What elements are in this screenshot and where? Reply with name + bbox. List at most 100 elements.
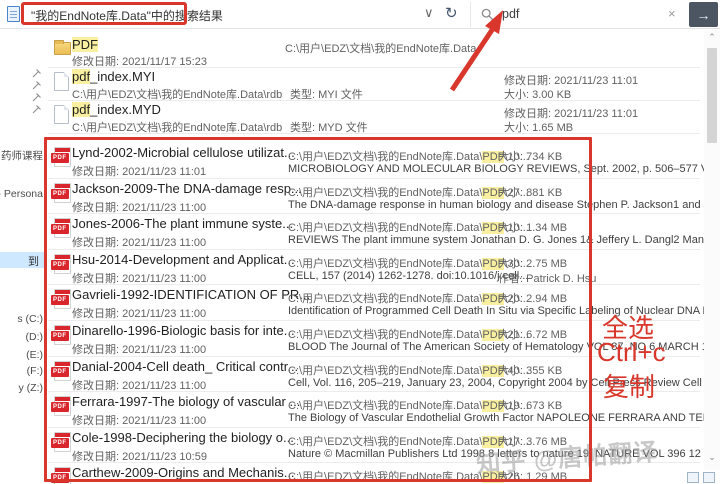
sidebar-item-fragment[interactable]: (E:) bbox=[26, 349, 43, 361]
result-row[interactable]: PDFFerrara-1997-The biology of vascular … bbox=[46, 392, 720, 428]
search-term-highlight: PDF bbox=[72, 37, 98, 52]
pin-icon bbox=[32, 68, 42, 78]
file-size: 大小: 1.34 MB bbox=[498, 219, 567, 235]
sidebar-item-fragment[interactable]: (F:) bbox=[27, 365, 43, 377]
search-results-list: PDFC:\用户\EDZ\文档\我的EndNote库.Data修改日期: 202… bbox=[46, 0, 720, 484]
file-name[interactable]: pdf_index.MYD bbox=[72, 102, 161, 117]
file-name[interactable]: Danial-2004-Cell death_ Critical contr..… bbox=[72, 359, 298, 374]
pin-icon bbox=[32, 92, 42, 102]
sidebar-item-fragment[interactable]: y (Z:) bbox=[19, 382, 44, 394]
sidebar-item-fragment[interactable]: s (C:) bbox=[17, 313, 43, 325]
vertical-scrollbar[interactable]: ⌃ ⌄ bbox=[704, 30, 720, 470]
file-name[interactable]: PDF bbox=[72, 37, 98, 52]
file-name[interactable]: Jackson-2009-The DNA-damage resp... bbox=[72, 181, 302, 196]
content-snippet: Identification of Programmed Cell Death … bbox=[288, 305, 720, 317]
scroll-down-icon[interactable]: ⌄ bbox=[704, 452, 720, 463]
file-path: C:\用户\EDZ\文档\我的EndNote库.Data\PDF\10... bbox=[288, 148, 529, 164]
file-size: 大小: 355 KB bbox=[498, 362, 562, 378]
content-snippet: The Biology of Vascular Endothelial Grow… bbox=[288, 412, 720, 424]
sidebar-item-fragment[interactable]: - Persona bbox=[0, 188, 43, 200]
result-row[interactable]: PDFJackson-2009-The DNA-damage resp...C:… bbox=[46, 179, 720, 215]
date-modified: 修改日期: 2021/11/23 11:01 bbox=[72, 163, 206, 179]
result-row[interactable]: PDFJones-2006-The plant immune syste...C… bbox=[46, 214, 720, 250]
file-name[interactable]: Ferrara-1997-The biology of vascular ... bbox=[72, 394, 300, 409]
result-row[interactable]: PDFC:\用户\EDZ\文档\我的EndNote库.Data修改日期: 202… bbox=[46, 34, 720, 67]
scrollbar-thumb[interactable] bbox=[707, 48, 717, 143]
content-snippet: Cell, Vol. 116, 205–219, January 23, 200… bbox=[288, 377, 720, 389]
file-size: 大小: 2.75 MB bbox=[498, 255, 567, 271]
sidebar-selected-label: 到 bbox=[28, 253, 39, 269]
result-row[interactable]: PDFDanial-2004-Cell death_ Critical cont… bbox=[46, 357, 720, 393]
view-thumbnails-icon[interactable] bbox=[703, 472, 715, 483]
pdf-file-icon: PDF bbox=[54, 361, 71, 381]
file-icon bbox=[54, 72, 69, 91]
file-name[interactable]: Jones-2006-The plant immune syste... bbox=[72, 216, 293, 231]
file-path: C:\用户\EDZ\文档\我的EndNote库.Data\PDF\20... bbox=[288, 290, 529, 306]
row-divider bbox=[48, 427, 700, 428]
pdf-icon-label: PDF bbox=[51, 153, 69, 163]
row-divider bbox=[48, 178, 700, 179]
pdf-file-icon: PDF bbox=[54, 147, 71, 167]
address-bar-icon bbox=[7, 6, 20, 22]
row-divider bbox=[48, 284, 700, 285]
file-size: 大小: 673 KB bbox=[498, 397, 562, 413]
file-path: C:\用户\EDZ\文档\我的EndNote库.Data\PDF\19... bbox=[288, 397, 529, 413]
content-snippet: CELL, 157 (2014) 1262-1278. doi:10.1016/… bbox=[288, 270, 531, 282]
file-author: 作者: Patrick D. Hsu bbox=[498, 270, 596, 286]
pdf-file-icon: PDF bbox=[54, 396, 71, 416]
row-divider bbox=[48, 356, 700, 357]
pdf-file-icon: PDF bbox=[54, 325, 71, 345]
result-row[interactable]: pdf_index.MYD修改日期: 2021/11/23 11:01C:\用户… bbox=[46, 100, 720, 133]
row-divider bbox=[48, 249, 700, 250]
file-path: C:\用户\EDZ\文档\我的EndNote库.Data\PDF\10... bbox=[288, 219, 529, 235]
file-name[interactable]: Cole-1998-Deciphering the biology o... bbox=[72, 430, 294, 445]
navigation-pane: 药师课程 - Persona s (C:) (D:) (E:) (F:) y (Z:) 到 bbox=[0, 30, 46, 484]
pdf-icon-label: PDF bbox=[51, 331, 69, 341]
file-name[interactable]: Lynd-2002-Microbial cellulose utilizat..… bbox=[72, 145, 295, 160]
result-row[interactable]: PDFLynd-2002-Microbial cellulose utiliza… bbox=[46, 143, 720, 179]
file-path: C:\用户\EDZ\文档\我的EndNote库.Data\PDF\27... bbox=[288, 184, 529, 200]
pdf-file-icon: PDF bbox=[54, 467, 71, 484]
date-modified: 修改日期: 2021/11/23 11:00 bbox=[72, 305, 206, 321]
pdf-icon-label: PDF bbox=[51, 295, 69, 305]
file-size: 大小: 734 KB bbox=[498, 148, 562, 164]
file-path: C:\用户\EDZ\文档\我的EndNote库.Data\PDF\30... bbox=[288, 255, 529, 271]
file-size: 大小: 2.94 MB bbox=[498, 290, 567, 306]
file-name[interactable]: Gavrieli-1992-IDENTIFICATION OF PR... bbox=[72, 287, 310, 302]
content-snippet: The DNA-damage response in human biology… bbox=[288, 199, 720, 211]
pin-icon bbox=[32, 80, 42, 90]
result-row[interactable]: PDFDinarello-1996-Biologic basis for int… bbox=[46, 321, 720, 357]
search-term-highlight: pdf bbox=[72, 69, 90, 84]
folder-icon bbox=[54, 42, 71, 55]
file-size: 大小: 881 KB bbox=[498, 184, 562, 200]
pdf-icon-label: PDF bbox=[51, 438, 69, 448]
file-name[interactable]: Dinarello-1996-Biologic basis for inte..… bbox=[72, 323, 295, 338]
pdf-file-icon: PDF bbox=[54, 254, 71, 274]
pdf-file-icon: PDF bbox=[54, 183, 71, 203]
pdf-icon-label: PDF bbox=[51, 473, 69, 483]
scroll-up-icon[interactable]: ⌃ bbox=[704, 32, 720, 43]
content-snippet: REVIEWS The plant immune system Jonathan… bbox=[288, 234, 720, 246]
row-divider bbox=[48, 213, 700, 214]
result-row[interactable]: PDFHsu-2014-Development and Applicat...C… bbox=[46, 250, 720, 286]
pin-icon bbox=[32, 104, 42, 114]
content-snippet: MICROBIOLOGY AND MOLECULAR BIOLOGY REVIE… bbox=[288, 163, 720, 175]
view-details-icon[interactable] bbox=[687, 472, 699, 483]
file-icon bbox=[54, 105, 69, 124]
pdf-icon-label: PDF bbox=[51, 402, 69, 412]
result-row[interactable]: pdf_index.MYI修改日期: 2021/11/23 11:01C:\用户… bbox=[46, 67, 720, 100]
date-modified: 修改日期: 2021/11/23 11:00 bbox=[72, 234, 206, 250]
sidebar-item-fragment[interactable]: (D:) bbox=[26, 331, 44, 343]
file-name[interactable]: Carthew-2009-Origins and Mechanis... bbox=[72, 465, 295, 480]
file-name[interactable]: Hsu-2014-Development and Applicat... bbox=[72, 252, 295, 267]
pdf-icon-label: PDF bbox=[51, 260, 69, 270]
sidebar-item-fragment[interactable]: 药师课程 bbox=[1, 148, 43, 163]
sidebar-selected-item[interactable]: 到 bbox=[0, 252, 46, 268]
date-modified: 修改日期: 2021/11/23 11:00 bbox=[72, 341, 206, 357]
result-row[interactable]: PDFGavrieli-1992-IDENTIFICATION OF PR...… bbox=[46, 285, 720, 321]
file-explorer-window: "我的EndNote库.Data"中的搜索结果 › ∨ ↻ pdf × → 药师… bbox=[0, 0, 720, 484]
file-name[interactable]: pdf_index.MYI bbox=[72, 69, 155, 84]
row-divider bbox=[48, 391, 700, 392]
search-term-highlight: pdf bbox=[72, 102, 90, 117]
file-path: C:\用户\EDZ\文档\我的EndNote库.Data\PDF\21... bbox=[288, 326, 529, 342]
